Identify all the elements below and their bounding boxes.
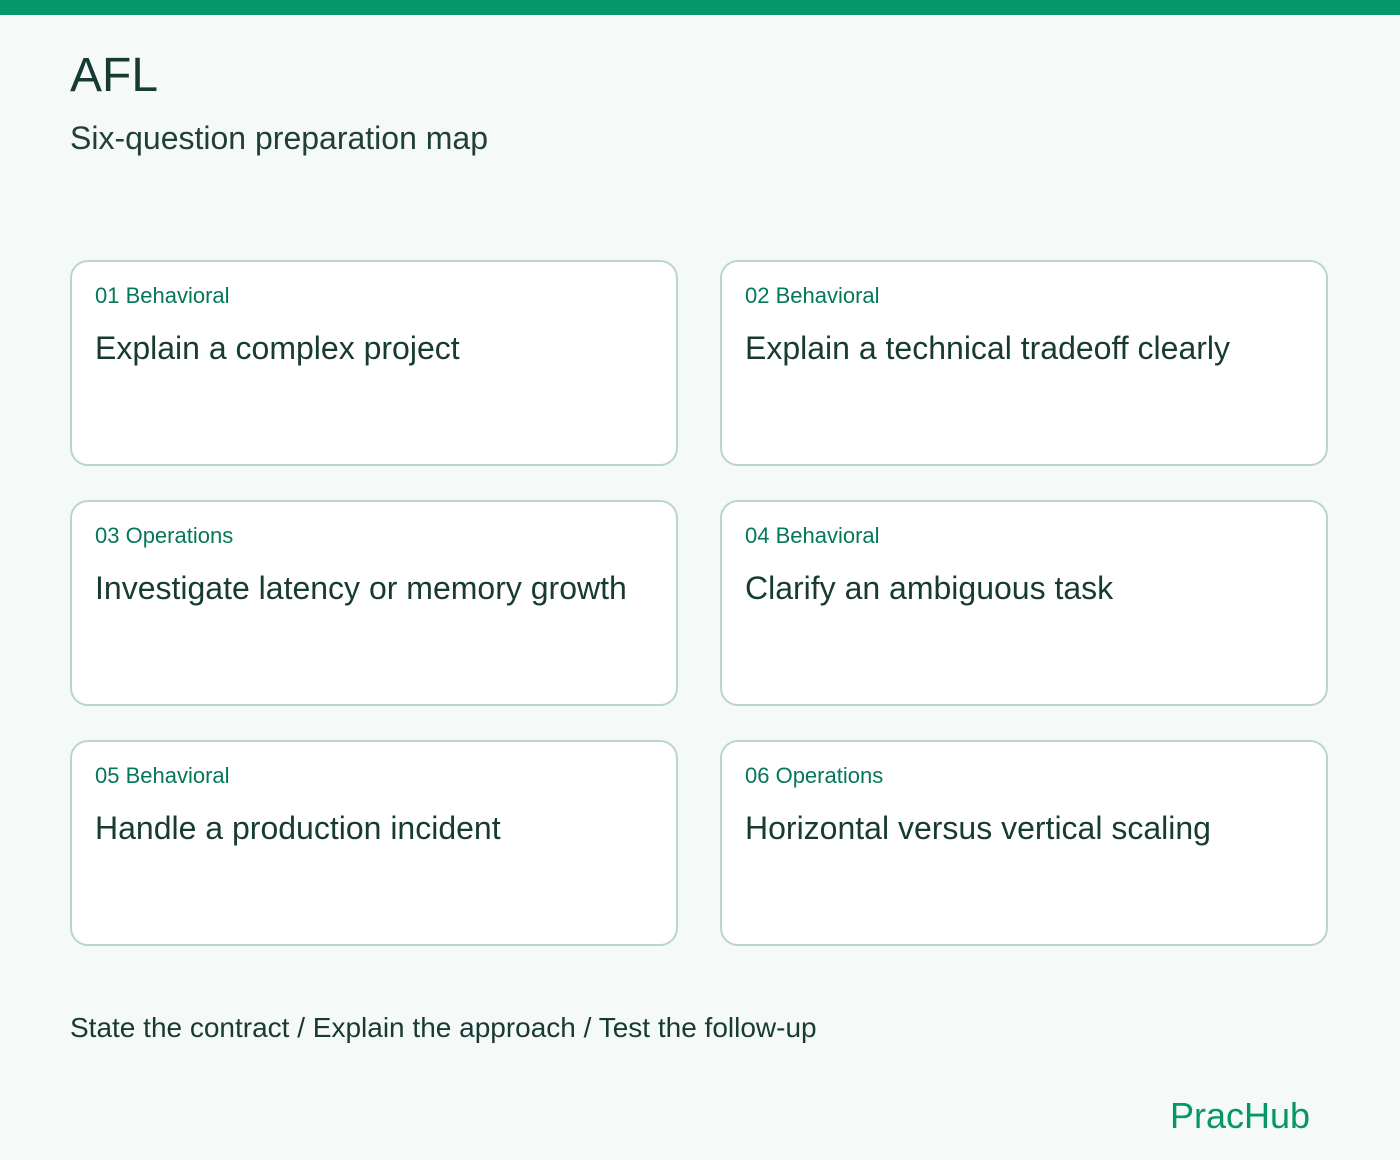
answer-steps-footer: State the contract / Explain the approac…	[70, 1012, 817, 1043]
card-tag: 03 Operations	[95, 523, 234, 548]
card-tag: 05 Behavioral	[95, 763, 230, 788]
question-card-06[interactable]: 06 Operations Horizontal versus vertical…	[720, 740, 1328, 946]
card-title: Investigate latency or memory growth	[95, 570, 627, 606]
question-card-03[interactable]: 03 Operations Investigate latency or mem…	[70, 500, 678, 706]
card-tag: 02 Behavioral	[745, 283, 880, 308]
question-card-02[interactable]: 02 Behavioral Explain a technical tradeo…	[720, 260, 1328, 466]
brand-logo-text: PracHub	[1170, 1095, 1311, 1136]
card-title: Handle a production incident	[95, 810, 501, 846]
question-card-04[interactable]: 04 Behavioral Clarify an ambiguous task	[720, 500, 1328, 706]
question-card-05[interactable]: 05 Behavioral Handle a production incide…	[70, 740, 678, 946]
question-card-01[interactable]: 01 Behavioral Explain a complex project	[70, 260, 678, 466]
page-title: AFL	[70, 49, 159, 102]
card-title: Horizontal versus vertical scaling	[745, 810, 1211, 846]
card-title: Explain a technical tradeoff clearly	[745, 330, 1231, 366]
card-title: Clarify an ambiguous task	[745, 570, 1114, 606]
card-title: Explain a complex project	[95, 330, 460, 366]
card-tag: 04 Behavioral	[745, 523, 880, 548]
card-tag: 06 Operations	[745, 763, 884, 788]
page-subtitle: Six-question preparation map	[70, 120, 489, 156]
card-tag: 01 Behavioral	[95, 283, 230, 308]
top-accent-bar	[0, 0, 1400, 15]
